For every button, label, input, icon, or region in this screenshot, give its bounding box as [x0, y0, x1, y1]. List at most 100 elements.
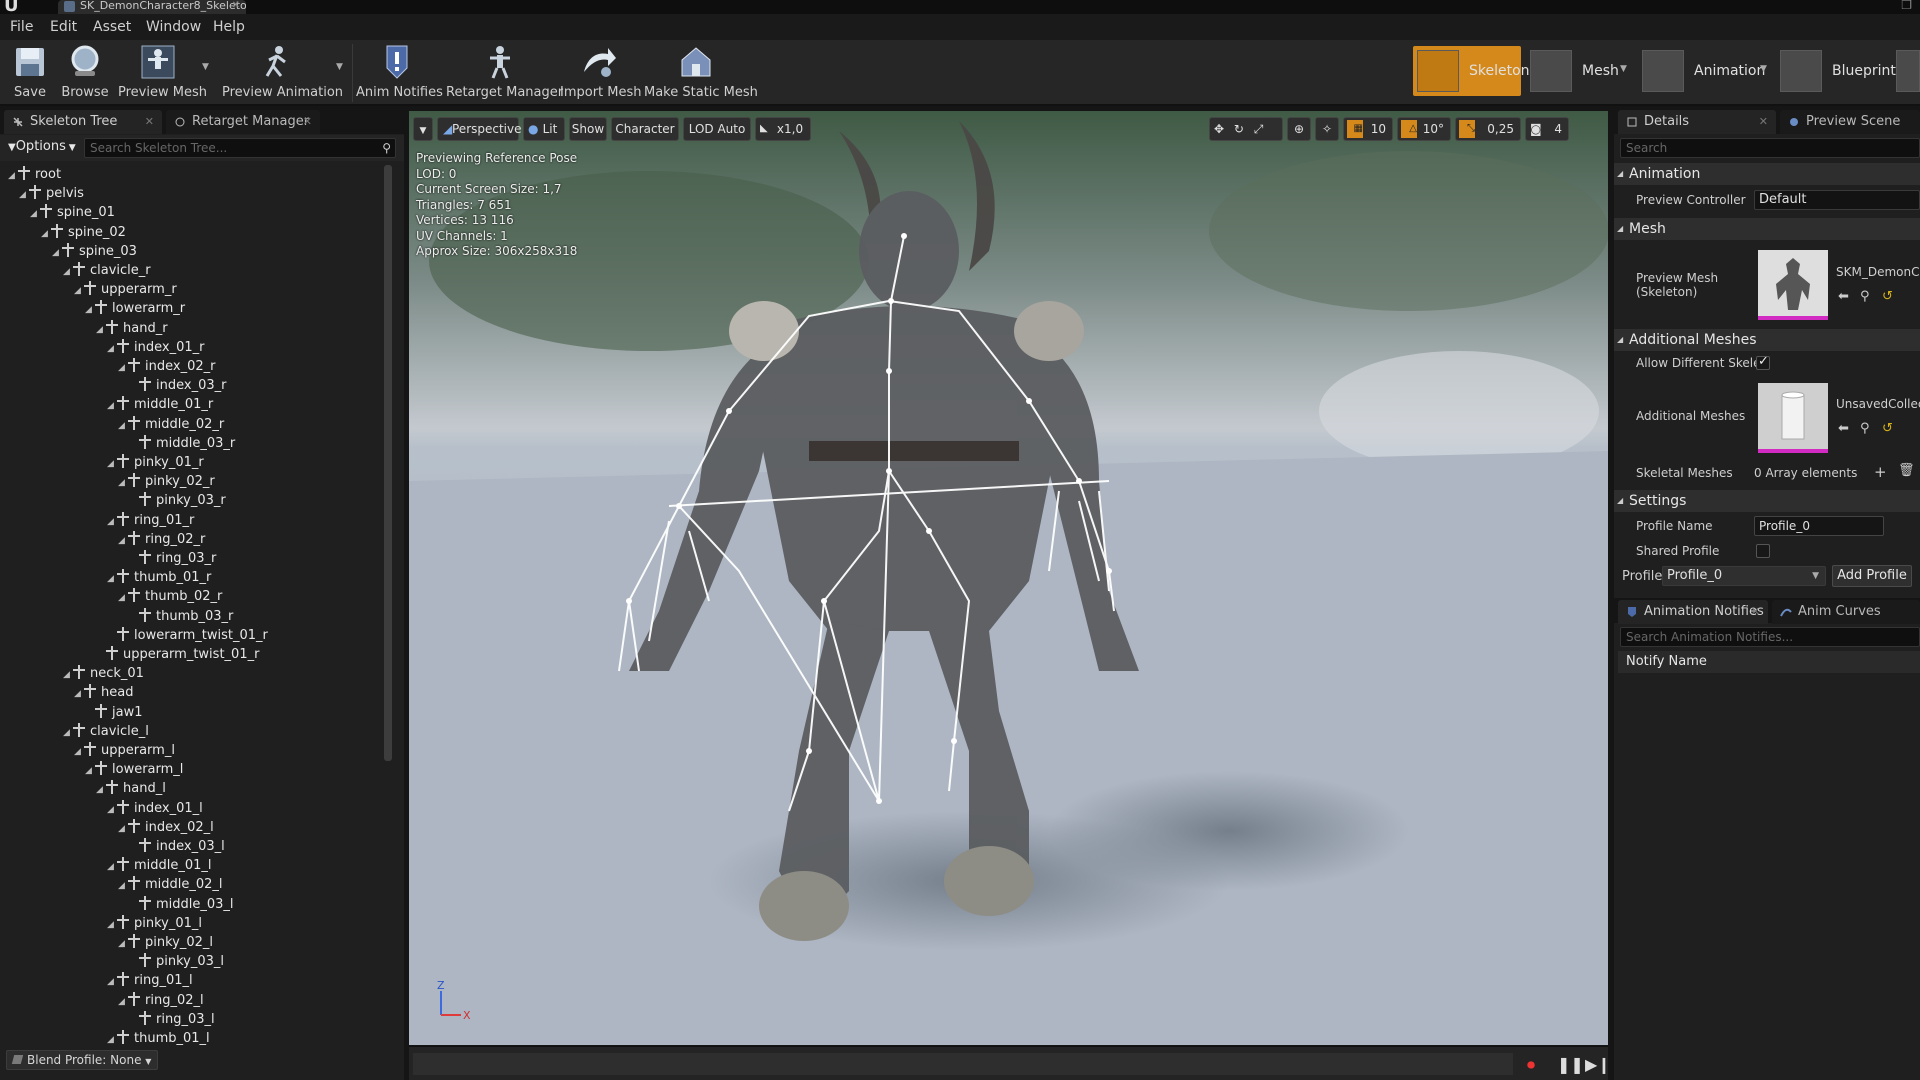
bone-row[interactable]: ◢ pinky_02_l: [118, 933, 213, 952]
mode-skeleton-button[interactable]: Skeleton: [1413, 46, 1530, 96]
bone-row[interactable]: lowerarm_twist_01_r: [107, 626, 268, 645]
step-forward-icon[interactable]: ▶❙: [1585, 1055, 1611, 1074]
lod-button[interactable]: LOD Auto: [683, 117, 751, 141]
mode-physics-button[interactable]: [1892, 46, 1920, 96]
notify-name-column[interactable]: Notify Name: [1626, 654, 1707, 669]
shared-profile-checkbox[interactable]: [1756, 544, 1770, 558]
expand-arrow-icon[interactable]: ◢: [118, 417, 128, 436]
bone-row[interactable]: thumb_03_r: [129, 607, 233, 626]
tab-animation-notifies[interactable]: Animation Notifies ✕: [1618, 600, 1768, 624]
options-dropdown[interactable]: ▼Options ▼: [8, 139, 76, 154]
tab-details[interactable]: Details ✕: [1618, 110, 1776, 134]
tree-scrollbar[interactable]: [384, 165, 392, 761]
bone-row[interactable]: ◢ index_02_l: [118, 818, 214, 837]
record-icon[interactable]: ⏺: [1527, 1055, 1535, 1075]
bone-row[interactable]: ◢ middle_01_r: [107, 395, 213, 414]
expand-arrow-icon[interactable]: ◢: [107, 397, 117, 416]
bone-row[interactable]: ◢ middle_02_r: [118, 415, 224, 434]
expand-arrow-icon[interactable]: ◢: [107, 801, 117, 820]
expand-arrow-icon[interactable]: ◢: [63, 724, 73, 743]
bone-row[interactable]: ◢ middle_02_l: [118, 875, 223, 894]
bone-row[interactable]: ring_03_l: [129, 1010, 215, 1029]
bone-row[interactable]: ◢ spine_01: [30, 203, 115, 222]
scale-icon[interactable]: ⤢: [1254, 122, 1264, 136]
bone-row[interactable]: ◢ upperarm_l: [74, 741, 175, 760]
bone-row[interactable]: ◢ head: [74, 683, 133, 702]
expand-arrow-icon[interactable]: ◢: [118, 993, 128, 1012]
mesh-section-header[interactable]: Mesh: [1614, 218, 1920, 240]
allow-different-skeletons-checkbox[interactable]: [1756, 354, 1770, 370]
trash-icon[interactable]: 🗑: [1898, 463, 1915, 478]
retarget-manager-button[interactable]: Retarget Manager: [446, 42, 563, 104]
additional-meshes-section-header[interactable]: Additional Meshes: [1614, 329, 1920, 351]
lit-button[interactable]: ● Lit: [523, 117, 565, 141]
expand-arrow-icon[interactable]: ◢: [74, 685, 84, 704]
notifies-search-input[interactable]: Search Animation Notifies...: [1620, 627, 1920, 647]
expand-arrow-icon[interactable]: ◢: [107, 973, 117, 992]
bone-row[interactable]: ◢ thumb_01_r: [107, 568, 211, 587]
add-element-icon[interactable]: +: [1874, 463, 1887, 481]
menu-window[interactable]: Window: [146, 19, 201, 35]
menu-edit[interactable]: Edit: [50, 19, 77, 35]
expand-arrow-icon[interactable]: ◢: [41, 225, 51, 244]
translate-icon[interactable]: ✥: [1214, 122, 1224, 136]
bone-row[interactable]: pinky_03_r: [129, 491, 226, 510]
bone-row[interactable]: ◢ index_02_r: [118, 357, 215, 376]
bone-row[interactable]: ◢ thumb_01_l: [107, 1029, 210, 1048]
reset-arrow-icon[interactable]: ↺: [1882, 289, 1893, 304]
preview-mesh-dropdown-icon[interactable]: ▼: [202, 62, 209, 72]
expand-arrow-icon[interactable]: ◢: [107, 513, 117, 532]
bone-row[interactable]: ◢ pelvis: [19, 184, 84, 203]
playback-speed-button[interactable]: ◣ x1,0: [755, 117, 811, 141]
surface-snap-button[interactable]: ✧: [1315, 117, 1339, 141]
browse-button[interactable]: Browse: [60, 42, 110, 104]
use-selected-arrow-icon[interactable]: ⬅: [1838, 421, 1849, 436]
preview-mesh-button[interactable]: Preview Mesh: [118, 42, 207, 104]
use-selected-arrow-icon[interactable]: ⬅: [1838, 289, 1849, 304]
bone-row[interactable]: ◢ hand_l: [96, 779, 166, 798]
close-icon[interactable]: ✕: [1759, 110, 1768, 134]
bone-row[interactable]: ◢ thumb_02_r: [118, 587, 222, 606]
expand-arrow-icon[interactable]: ◢: [107, 858, 117, 877]
expand-arrow-icon[interactable]: ◢: [118, 935, 128, 954]
profile-dropdown[interactable]: Profile_0 ▼: [1662, 566, 1826, 586]
animation-mode-dropdown-icon[interactable]: ▼: [1760, 64, 1767, 74]
bone-row[interactable]: index_03_l: [129, 837, 225, 856]
expand-arrow-icon[interactable]: ◢: [118, 820, 128, 839]
bone-row[interactable]: ◢ spine_03: [52, 242, 137, 261]
expand-arrow-icon[interactable]: ◢: [85, 762, 95, 781]
expand-arrow-icon[interactable]: ◢: [63, 263, 73, 282]
window-restore-icon[interactable]: ❐: [1901, 0, 1912, 12]
document-tab[interactable]: SK_DemonCharacter8_Skeleton ✕: [58, 0, 246, 14]
expand-arrow-icon[interactable]: ◢: [74, 743, 84, 762]
import-mesh-button[interactable]: Import Mesh: [560, 42, 642, 104]
bone-row[interactable]: ◢ index_01_l: [107, 799, 203, 818]
bone-row[interactable]: ◢ pinky_01_l: [107, 914, 202, 933]
expand-arrow-icon[interactable]: ◢: [96, 781, 106, 800]
bone-row[interactable]: middle_03_r: [129, 434, 235, 453]
animation-section-header[interactable]: Animation: [1614, 163, 1920, 185]
expand-arrow-icon[interactable]: ◢: [30, 205, 40, 224]
additional-meshes-thumbnail[interactable]: [1758, 383, 1828, 453]
expand-arrow-icon[interactable]: ◢: [8, 167, 18, 186]
bone-row[interactable]: ◢ ring_01_r: [107, 511, 194, 530]
preview-viewport[interactable]: ▼ ◢ Perspective ● Lit Show Character LOD…: [409, 111, 1608, 1045]
menu-help[interactable]: Help: [213, 19, 245, 35]
mode-blueprint-button[interactable]: Blueprint: [1776, 46, 1900, 96]
expand-arrow-icon[interactable]: ◢: [118, 359, 128, 378]
expand-arrow-icon[interactable]: ◢: [118, 474, 128, 493]
pause-icon[interactable]: ❚❚: [1557, 1055, 1584, 1074]
perspective-button[interactable]: ◢ Perspective: [437, 117, 522, 141]
details-search-input[interactable]: Search: [1620, 138, 1920, 158]
bone-row[interactable]: jaw1: [85, 703, 142, 722]
save-button[interactable]: Save: [8, 42, 52, 104]
expand-arrow-icon[interactable]: ◢: [118, 532, 128, 551]
menu-asset[interactable]: Asset: [93, 19, 131, 35]
character-button[interactable]: Character: [611, 117, 679, 141]
bone-row[interactable]: ◢ ring_02_l: [118, 991, 204, 1010]
expand-arrow-icon[interactable]: ◢: [107, 570, 117, 589]
bone-row[interactable]: ◢ ring_02_r: [118, 530, 205, 549]
preview-animation-dropdown-icon[interactable]: ▼: [336, 62, 343, 72]
tab-retarget-manager[interactable]: Retarget Manager ✕: [166, 110, 320, 134]
grid-snap-button[interactable]: ▦ 10: [1343, 117, 1393, 141]
